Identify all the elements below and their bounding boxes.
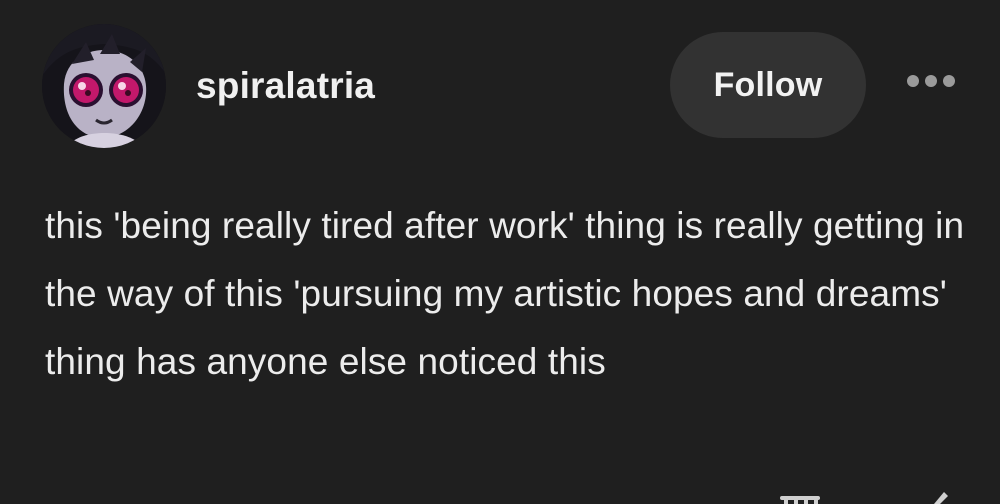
follow-button[interactable]: Follow: [670, 32, 866, 138]
reblog-icon[interactable]: [778, 492, 822, 504]
edit-pencil-icon[interactable]: [916, 484, 948, 504]
more-options-button[interactable]: [900, 64, 962, 98]
post-body-text: this 'being really tired after work' thi…: [45, 205, 965, 382]
avatar[interactable]: [42, 24, 166, 148]
post-card: spiralatria Follow this 'being really ti…: [0, 0, 1000, 504]
author-username[interactable]: spiralatria: [196, 62, 375, 110]
post-header: spiralatria Follow: [0, 0, 1000, 170]
ellipsis-horizontal-icon: [907, 75, 955, 87]
avatar-image: [42, 24, 166, 148]
